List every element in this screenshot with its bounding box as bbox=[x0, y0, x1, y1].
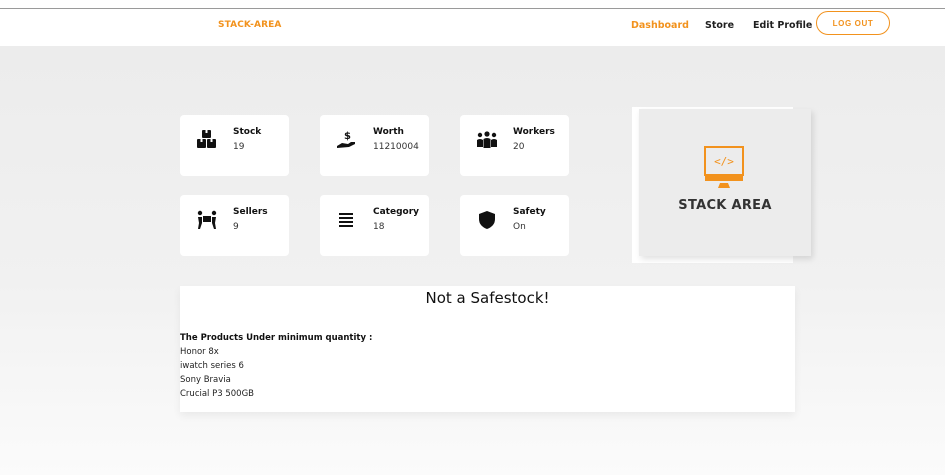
stat-card-safety: Safety On bbox=[460, 195, 569, 256]
list-item: Crucial P3 500GB bbox=[180, 389, 255, 399]
logout-button[interactable]: LOG OUT bbox=[816, 11, 890, 35]
stat-title: Worth bbox=[373, 127, 404, 137]
stat-card-category: Category 18 bbox=[320, 195, 429, 256]
stat-card-workers: Workers 20 bbox=[460, 115, 569, 176]
stat-value: 9 bbox=[233, 222, 239, 232]
shield-icon bbox=[479, 211, 495, 229]
hand-money-icon: $ bbox=[337, 131, 355, 148]
panel-title: Not a Safestock! bbox=[425, 289, 550, 307]
stat-card-sellers: Sellers 9 bbox=[180, 195, 289, 256]
stat-title: Sellers bbox=[233, 207, 268, 217]
stat-value: 20 bbox=[513, 142, 525, 152]
list-item: iwatch series 6 bbox=[180, 361, 244, 371]
logo-card: </> STACK AREA bbox=[639, 109, 811, 256]
stat-title: Stock bbox=[233, 127, 262, 137]
nav-link-edit-profile[interactable]: Edit Profile bbox=[753, 20, 812, 31]
stat-title: Category bbox=[373, 207, 420, 217]
stat-value: 19 bbox=[233, 142, 245, 152]
list-icon bbox=[339, 213, 353, 227]
stat-card-worth: $ Worth 11210004 bbox=[320, 115, 429, 176]
stat-title: Safety bbox=[513, 207, 546, 217]
code-monitor-icon: </> bbox=[704, 146, 744, 188]
safestock-panel: Not a Safestock! The Products Under mini… bbox=[180, 286, 795, 412]
boxes-icon bbox=[197, 130, 216, 148]
stat-card-stock: Stock 19 bbox=[180, 115, 289, 176]
nav-link-dashboard[interactable]: Dashboard bbox=[631, 20, 689, 31]
stat-value: On bbox=[513, 222, 526, 232]
svg-text:$: $ bbox=[344, 131, 351, 142]
svg-text:</>: </> bbox=[714, 155, 734, 168]
stat-title: Workers bbox=[513, 127, 555, 137]
logo-text: STACK AREA bbox=[678, 198, 772, 213]
stat-value: 11210004 bbox=[373, 142, 419, 152]
users-icon bbox=[477, 131, 497, 148]
people-carry-icon bbox=[197, 210, 217, 229]
list-item: Honor 8x bbox=[180, 347, 219, 357]
nav-link-store[interactable]: Store bbox=[705, 20, 734, 31]
stat-value: 18 bbox=[373, 222, 385, 232]
panel-label: The Products Under minimum quantity : bbox=[180, 333, 373, 343]
brand-logo-text[interactable]: STACK-AREA bbox=[218, 20, 281, 30]
navbar: STACK-AREA Dashboard Store Edit Profile … bbox=[0, 9, 945, 46]
list-item: Sony Bravia bbox=[180, 375, 231, 385]
